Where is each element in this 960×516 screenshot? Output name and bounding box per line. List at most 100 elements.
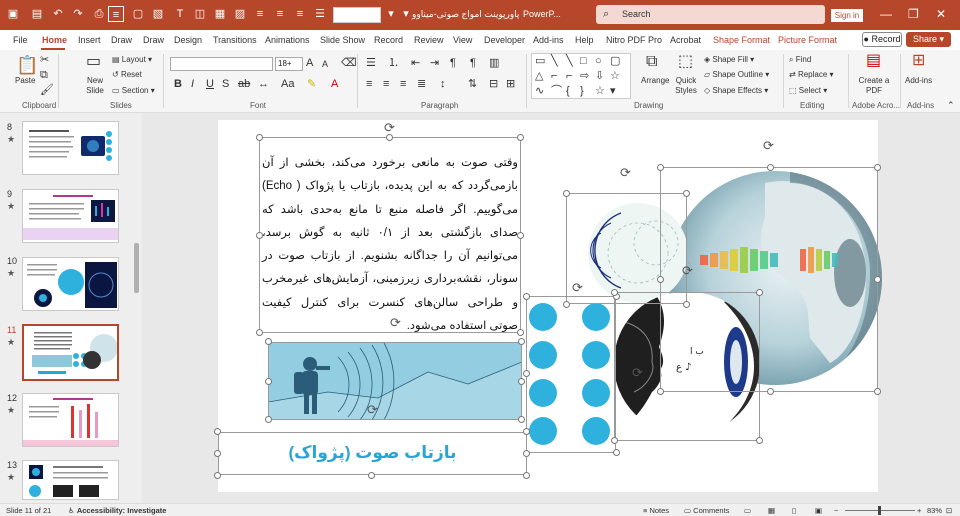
resize-handle[interactable] — [517, 232, 524, 239]
bullets-icon[interactable]: ☰ — [366, 57, 376, 69]
heading-selection-frame[interactable] — [218, 432, 527, 475]
rotate-handle-icon[interactable]: ⟳ — [367, 403, 378, 416]
smartart-icon[interactable]: ⊞ — [506, 78, 515, 90]
thumbnail-scrollbar[interactable] — [134, 118, 139, 498]
font-size-input[interactable]: 18+ — [275, 57, 303, 71]
table-icon[interactable]: ▦ — [212, 6, 228, 22]
curve-shape-icon[interactable]: ∿ — [535, 85, 544, 97]
oval-shape-icon[interactable]: ○ — [595, 55, 602, 67]
font-combo-dropdown-icon[interactable]: ▾ — [383, 6, 399, 22]
decrease-font-icon[interactable]: A — [322, 58, 328, 70]
image-selection-frame[interactable] — [268, 342, 522, 420]
share-button[interactable]: Share ▾ — [906, 32, 951, 47]
resize-handle[interactable] — [767, 388, 774, 395]
resize-handle[interactable] — [874, 276, 881, 283]
tab-acrobat[interactable]: Acrobat — [670, 35, 701, 45]
font-color-icon[interactable]: A — [331, 78, 338, 90]
align-text-icon[interactable]: ⊟ — [489, 78, 498, 90]
arrow-right-shape-icon[interactable]: ⇨ — [580, 70, 589, 82]
undo-icon[interactable]: ↶ — [50, 6, 66, 22]
arrange-icon[interactable]: ⧉ — [646, 54, 657, 70]
resize-handle[interactable] — [657, 276, 664, 283]
resize-handle[interactable] — [386, 134, 393, 141]
list-icon[interactable]: ☰ — [312, 6, 328, 22]
format-icon[interactable]: ≡ — [108, 6, 124, 22]
resize-handle[interactable] — [613, 449, 620, 456]
resize-handle[interactable] — [683, 301, 690, 308]
line2-shape-icon[interactable]: ╲ — [566, 55, 573, 67]
resize-handle[interactable] — [518, 378, 525, 385]
layout-button[interactable]: ▤ Layout ▾ — [112, 55, 152, 64]
resize-handle[interactable] — [523, 428, 530, 435]
redo-icon[interactable]: ↷ — [70, 6, 86, 22]
arc-shape-icon[interactable]: ⌒ — [551, 85, 562, 97]
decrease-indent-icon[interactable]: ⇤ — [411, 57, 420, 69]
tab-draw[interactable]: Draw — [111, 35, 132, 45]
shadow-icon[interactable]: S — [222, 78, 229, 90]
dots-selection-frame[interactable] — [526, 296, 616, 453]
numbering-icon[interactable]: ⒈ — [388, 57, 399, 69]
fit-slide-icon[interactable]: ⊡ — [946, 506, 952, 515]
replace-button[interactable]: ⇄ Replace ▾ — [789, 70, 834, 79]
tab-design[interactable]: Design — [174, 35, 202, 45]
present-icon[interactable]: ▢ — [130, 6, 146, 22]
triangle-shape-icon[interactable]: △ — [535, 70, 543, 82]
elbow-connector-icon[interactable]: ⌐ — [551, 70, 557, 82]
notes-button[interactable]: ≡ Notes — [643, 506, 669, 515]
shape-fill-button[interactable]: ◈ Shape Fill ▾ — [704, 55, 754, 64]
tab-picture-format[interactable]: Picture Format — [778, 35, 837, 45]
slideshow-view-icon[interactable]: ▣ — [815, 506, 822, 515]
resize-handle[interactable] — [214, 472, 221, 479]
shape-outline-button[interactable]: ▱ Shape Outline ▾ — [704, 70, 769, 79]
resize-handle[interactable] — [523, 472, 530, 479]
normal-view-icon[interactable]: ▭ — [744, 506, 751, 515]
resize-handle[interactable] — [265, 378, 272, 385]
resize-handle[interactable] — [657, 164, 664, 171]
tab-animations[interactable]: Animations — [265, 35, 310, 45]
resize-handle[interactable] — [368, 472, 375, 479]
brace-right-shape-icon[interactable]: } — [580, 85, 584, 97]
justify-icon[interactable]: ≣ — [417, 78, 426, 90]
print-icon[interactable]: ⎙ — [91, 6, 107, 22]
resize-handle[interactable] — [517, 329, 524, 336]
collapse-ribbon-icon[interactable]: ⌃ — [947, 99, 955, 111]
tab-insert[interactable]: Insert — [78, 35, 101, 45]
close-icon[interactable]: ✕ — [936, 7, 946, 21]
resize-handle[interactable] — [683, 190, 690, 197]
picture-icon[interactable]: ▨ — [232, 6, 248, 22]
quick-styles-icon[interactable]: ⬚ — [678, 54, 693, 70]
arrow-down-shape-icon[interactable]: ⇩ — [595, 70, 604, 82]
tab-add-ins[interactable]: Add-ins — [533, 35, 564, 45]
resize-handle[interactable] — [517, 134, 524, 141]
text-selection-frame[interactable] — [259, 137, 521, 333]
add-ins-icon[interactable]: ⊞ — [912, 53, 925, 69]
paste-icon[interactable]: 📋 — [16, 55, 38, 75]
resize-handle[interactable] — [563, 190, 570, 197]
change-case-icon[interactable]: Aa — [281, 78, 294, 90]
resize-handle[interactable] — [518, 416, 525, 423]
slide-sorter-icon[interactable]: ▦ — [768, 506, 775, 515]
resize-handle[interactable] — [214, 450, 221, 457]
rounded-rect-shape-icon[interactable]: ▢ — [610, 55, 620, 67]
resize-handle[interactable] — [518, 338, 525, 345]
arrange-button[interactable]: Arrange — [641, 76, 669, 85]
font-name-combo[interactable] — [333, 7, 381, 23]
font-name-input[interactable] — [170, 57, 273, 71]
curved-connector-icon[interactable]: ⌐ — [566, 70, 572, 82]
find-button[interactable]: ⌕ Find — [789, 55, 811, 65]
rotate-handle-icon[interactable]: ⟳ — [632, 366, 643, 379]
resize-handle[interactable] — [523, 450, 530, 457]
reset-button[interactable]: ↺ Reset — [112, 70, 142, 79]
rotate-handle-icon[interactable]: ⟳ — [572, 281, 583, 294]
align-center-icon[interactable]: ≡ — [272, 6, 288, 22]
select-button[interactable]: ⬚ Select ▾ — [789, 86, 827, 95]
resize-handle[interactable] — [563, 301, 570, 308]
star-shape-icon[interactable]: ☆ — [610, 70, 620, 82]
cut-icon[interactable]: ✂ — [40, 54, 49, 66]
tab-view[interactable]: View — [453, 35, 472, 45]
resize-handle[interactable] — [523, 293, 530, 300]
accessibility-status[interactable]: ♿ Accessibility: Investigate — [68, 506, 166, 515]
slide-thumbnail-9[interactable] — [22, 189, 119, 243]
line-spacing-icon[interactable]: ↕ — [440, 78, 446, 90]
tab-nitro-pdf-pro[interactable]: Nitro PDF Pro — [606, 35, 662, 45]
